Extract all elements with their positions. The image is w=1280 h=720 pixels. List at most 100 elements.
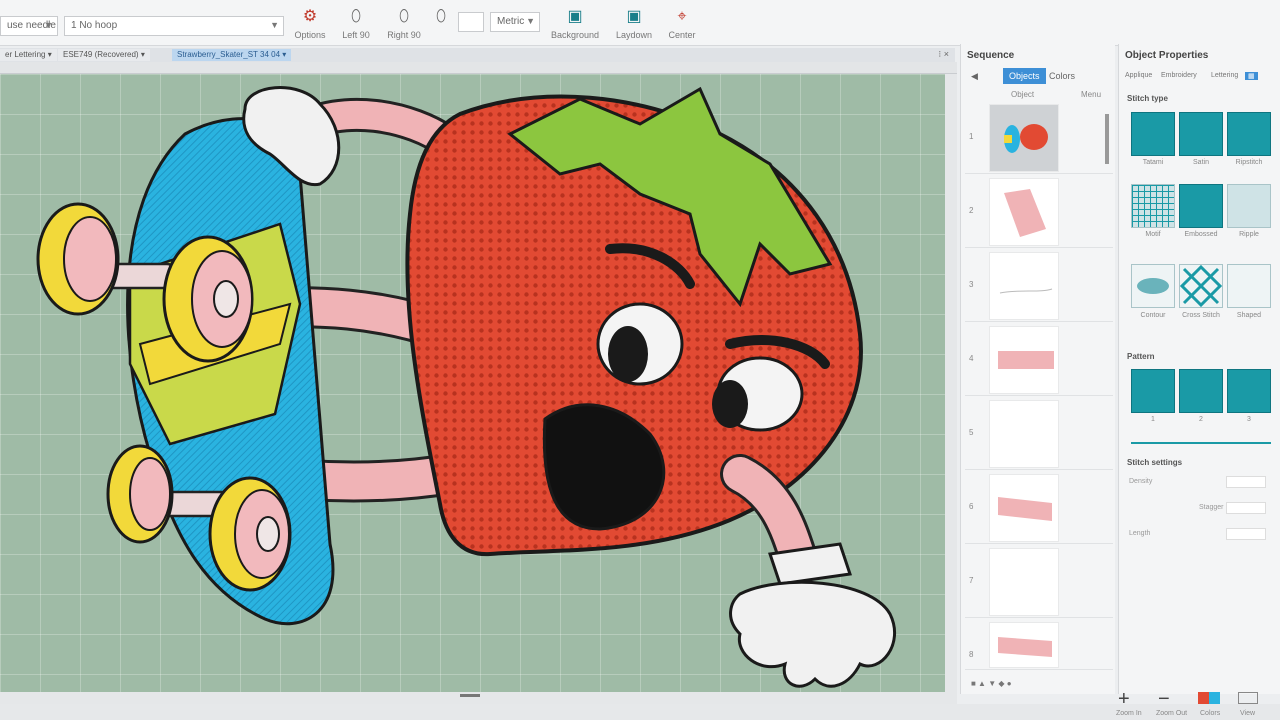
collapse-icon[interactable]: ◀ [965,68,983,84]
wheel-top-left [36,202,120,316]
stitch-type-heading: Stitch type [1127,94,1168,103]
object-thumbnail [989,548,1059,616]
list-item[interactable]: 4 [965,324,1113,396]
list-item[interactable]: 1 [965,102,1113,174]
laydown-label: Laydown [615,30,653,40]
stagger-field[interactable] [1226,502,1266,514]
scrollbar-thumb[interactable] [460,694,480,697]
stitch-embossed[interactable] [1179,184,1223,228]
stitch-ripple[interactable] [1227,184,1271,228]
list-item[interactable]: 2 [965,176,1113,248]
item-number: 2 [969,206,974,215]
tab-lettering[interactable]: Lettering [1211,72,1238,79]
stitch-label: Contour [1140,312,1166,319]
sequence-list: 1 2 3 4 5 6 7 8 [965,102,1113,670]
rotate-left-label: Left 90 [342,30,370,40]
object-thumbnail [989,622,1059,668]
stitch-ripstitch[interactable] [1227,112,1271,156]
view-label: View [1240,710,1256,717]
laydown-icon: ▣ [626,8,642,25]
object-thumbnail [989,178,1059,246]
center-label: Center [668,30,696,40]
mirror-button[interactable]: ⬯ [426,4,456,44]
tab-strawberry-skater[interactable]: Strawberry_Skater_ST 34 04 ▾ [172,49,292,61]
object-thumbnail [989,326,1059,394]
chevron-down-icon: ▼ [44,20,53,30]
rotate-right-icon: ⬯ [398,8,410,25]
center-button[interactable]: ⌖ Center [660,4,704,44]
item-number: 1 [969,132,974,141]
pattern-slider[interactable] [1131,442,1271,444]
tab-recovered[interactable]: ESE749 (Recovered) ▾ [58,49,150,61]
angle-field[interactable] [458,12,484,32]
background-button[interactable]: ▣ Background [545,4,605,44]
tab-embroidery[interactable]: Embroidery [1161,72,1197,79]
document-tabs: er Lettering ▾ ESE749 (Recovered) ▾ Stra… [0,48,955,62]
length-field[interactable] [1226,528,1266,540]
stitch-satin[interactable] [1179,112,1223,156]
zoom-in-icon[interactable]: + [1118,688,1130,711]
pattern-1[interactable] [1131,369,1175,413]
embroidery-editor-window: use needle ▼ 1 No hoop ▼ ⚙ Options ⬯ Lef… [0,0,1280,720]
stitch-tatami[interactable] [1131,112,1175,156]
tab-label: Strawberry_Skater_ST 34 04 [177,50,281,59]
stitch-contour[interactable] [1131,264,1175,308]
pin-icon[interactable]: ⁝ × [938,49,949,60]
list-item[interactable]: 3 [965,250,1113,322]
units-combo[interactable]: Metric ▼ [490,12,540,32]
zoom-out-icon[interactable]: − [1158,688,1170,711]
colors-label: Colors [1200,710,1221,717]
right-pupil [712,380,748,428]
density-field[interactable] [1226,476,1266,488]
left-pupil [608,326,648,382]
stitch-motif[interactable] [1131,184,1175,228]
list-item[interactable]: 8 [965,620,1113,670]
stitch-cross-stitch[interactable] [1179,264,1223,308]
sequence-footer-icons[interactable]: ■ ▲ ▼ ◆ ● [971,679,1012,688]
options-icon: ⚙ [302,8,318,25]
rotate-right-button[interactable]: ⬯ Right 90 [382,4,426,44]
pattern-2[interactable] [1179,369,1223,413]
sequence-scroll-thumb[interactable] [1105,114,1109,164]
item-number: 5 [969,428,974,437]
tab-lettering[interactable]: er Lettering ▾ [0,49,57,61]
colors-icon[interactable] [1198,692,1220,704]
chevron-down-icon: ▼ [526,16,535,26]
stitch-shaped[interactable] [1227,264,1271,308]
laydown-button[interactable]: ▣ Laydown [608,4,660,44]
horizontal-scrollbar[interactable] [0,692,957,704]
item-number: 4 [969,354,974,363]
list-item[interactable]: 6 [965,472,1113,544]
stitch-label: Tatami [1142,159,1164,166]
stitch-label: Ripstitch [1235,159,1263,166]
pattern-3[interactable] [1227,369,1271,413]
strawberry-skater-design[interactable] [0,74,945,692]
hoop-combo[interactable]: 1 No hoop ▼ [64,16,284,36]
tab-objects[interactable]: Objects [1003,68,1046,84]
hoop-combo-value: 1 No hoop [71,20,118,31]
vertical-scrollbar[interactable] [945,74,957,692]
wheel-bottom-right [208,476,292,592]
design-canvas[interactable] [0,74,945,692]
density-row: Density [1129,476,1274,488]
needle-combo[interactable]: use needle ▼ [0,16,58,36]
object-thumbnail [989,252,1059,320]
tab-colors[interactable]: Colors [1043,68,1081,84]
object-properties-panel: Object Properties Applique Embroidery Le… [1118,44,1280,694]
options-button[interactable]: ⚙ Options [288,4,332,44]
stitch-label: Cross Stitch [1182,312,1220,319]
tab-label: er Lettering [5,50,46,59]
tab-objects-label: Objects [1009,71,1040,81]
list-item[interactable]: 7 [965,546,1113,618]
view-icon[interactable] [1238,692,1258,704]
pattern-label: 2 [1199,416,1203,423]
tab-label: ESE749 (Recovered) [63,50,139,59]
wheel-top-right [162,235,254,363]
tab-applique[interactable]: Applique [1125,72,1152,79]
density-label: Density [1129,478,1153,485]
status-bar [0,704,1280,720]
tab-active-marker[interactable]: ▦ [1245,72,1258,80]
list-item[interactable]: 5 [965,398,1113,470]
rotate-left-button[interactable]: ⬯ Left 90 [334,4,378,44]
center-icon: ⌖ [677,8,687,25]
